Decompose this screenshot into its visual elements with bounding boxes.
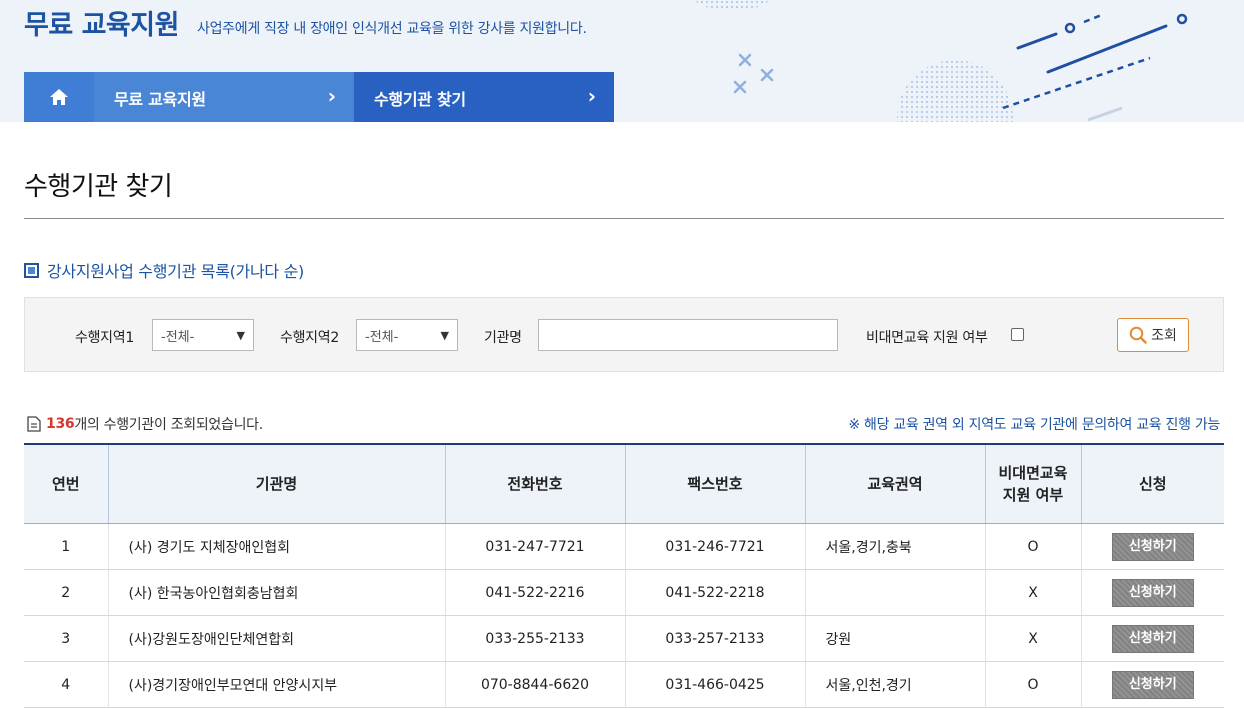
region1-select[interactable]: -전체- ▼ [152, 319, 254, 351]
agency-table: 연번 기관명 전화번호 팩스번호 교육권역 비대면교육 지원 여부 신청 1 (… [24, 443, 1224, 708]
cell-apply: 신청하기 [1080, 569, 1224, 616]
cell-phone: 041-522-2216 [444, 569, 625, 616]
cell-apply: 신청하기 [1080, 615, 1224, 662]
chevron-right-icon: › [327, 84, 336, 108]
cell-name: (사) 경기도 지체장애인협회 [107, 523, 445, 570]
table-row: 2 (사) 한국농아인협회충남협회 041-522-2216 041-522-2… [24, 569, 1224, 616]
chevron-down-icon: ▼ [440, 328, 449, 342]
cell-no: 2 [24, 569, 108, 616]
region-note: ※ 해당 교육 권역 외 지역도 교육 기관에 문의하여 교육 진행 가능 [848, 417, 1220, 433]
apply-button[interactable]: 신청하기 [1111, 578, 1194, 607]
page-banner: 무료 교육지원 사업주에게 직장 내 장애인 인식개선 교육을 위한 강사를 지… [0, 0, 1244, 122]
cell-apply: 신청하기 [1080, 523, 1224, 570]
col-header-remote: 비대면교육 지원 여부 [984, 443, 1081, 524]
table-row: 1 (사) 경기도 지체장애인협회 031-247-7721 031-246-7… [24, 523, 1224, 570]
col-header-no: 연번 [24, 443, 108, 524]
search-button-label: 조회 [1151, 328, 1177, 344]
cell-no: 3 [24, 615, 108, 662]
table-header-row: 연번 기관명 전화번호 팩스번호 교육권역 비대면교육 지원 여부 신청 [24, 443, 1224, 524]
region1-value: -전체- [161, 329, 195, 345]
region1-label: 수행지역1 [75, 330, 134, 346]
cell-phone: 031-247-7721 [444, 523, 625, 570]
chevron-right-icon: › [587, 84, 596, 108]
breadcrumb-item-free-education[interactable]: 무료 교육지원 › [94, 72, 354, 122]
page-title: 수행기관 찾기 [24, 172, 173, 202]
cell-region: 서울,경기,충북 [804, 523, 985, 570]
banner-title: 무료 교육지원 [24, 10, 179, 41]
col-header-fax: 팩스번호 [624, 443, 805, 524]
col-header-phone: 전화번호 [444, 443, 625, 524]
cell-remote: X [984, 569, 1081, 616]
chevron-down-icon: ▼ [236, 328, 245, 342]
cell-fax: 031-246-7721 [624, 523, 805, 570]
cell-no: 1 [24, 523, 108, 570]
section-heading: 강사지원사업 수행기관 목록(가나다 순) [24, 258, 304, 282]
search-button[interactable]: 조회 [1117, 318, 1189, 352]
cell-fax: 033-257-2133 [624, 615, 805, 662]
col-header-remote-line1: 비대면교육 [998, 464, 1068, 482]
breadcrumb-item-find-agency[interactable]: 수행기관 찾기 › [354, 72, 614, 122]
cell-remote: O [984, 523, 1081, 570]
apply-button[interactable]: 신청하기 [1111, 532, 1194, 561]
region2-select[interactable]: -전체- ▼ [356, 319, 458, 351]
home-icon [50, 89, 68, 105]
breadcrumb-label: 무료 교육지원 [114, 90, 206, 109]
org-name-label: 기관명 [484, 330, 522, 346]
cell-phone: 033-255-2133 [444, 615, 625, 662]
region2-value: -전체- [365, 329, 399, 345]
square-bullet-icon [24, 262, 39, 278]
divider [24, 218, 1224, 219]
banner-subtitle: 사업주에게 직장 내 장애인 인식개선 교육을 위한 강사를 지원합니다. [197, 21, 587, 37]
cell-name: (사) 한국농아인협회충남협회 [107, 569, 445, 616]
search-panel: 수행지역1 -전체- ▼ 수행지역2 -전체- ▼ 기관명 비대면교육 지원 여… [24, 297, 1224, 372]
region2-label: 수행지역2 [280, 330, 339, 346]
breadcrumb-home[interactable] [24, 72, 94, 122]
cell-name: (사)강원도장애인단체연합회 [107, 615, 445, 662]
remote-support-label: 비대면교육 지원 여부 [866, 330, 988, 346]
result-count: 136 [46, 416, 75, 432]
cell-fax: 041-522-2218 [624, 569, 805, 616]
section-title: 강사지원사업 수행기관 목록(가나다 순) [47, 262, 304, 281]
cell-remote: X [984, 615, 1081, 662]
col-header-apply: 신청 [1080, 443, 1224, 524]
document-icon [27, 416, 41, 432]
cell-region: 강원 [804, 615, 985, 662]
apply-button[interactable]: 신청하기 [1111, 624, 1194, 653]
result-count-suffix: 개의 수행기관이 조회되었습니다. [74, 417, 263, 433]
col-header-name: 기관명 [107, 443, 445, 524]
org-name-input[interactable] [538, 319, 838, 351]
breadcrumb-label: 수행기관 찾기 [374, 90, 466, 109]
col-header-remote-line2: 지원 여부 [1002, 486, 1064, 504]
result-summary: 136 개의 수행기관이 조회되었습니다. [27, 414, 263, 434]
table-row: 3 (사)강원도장애인단체연합회 033-255-2133 033-257-21… [24, 615, 1224, 662]
search-icon [1129, 326, 1147, 344]
col-header-region: 교육권역 [804, 443, 985, 524]
remote-support-checkbox[interactable] [1011, 328, 1024, 341]
apply-button[interactable]: 신청하기 [1111, 670, 1194, 699]
cell-region [804, 569, 985, 616]
